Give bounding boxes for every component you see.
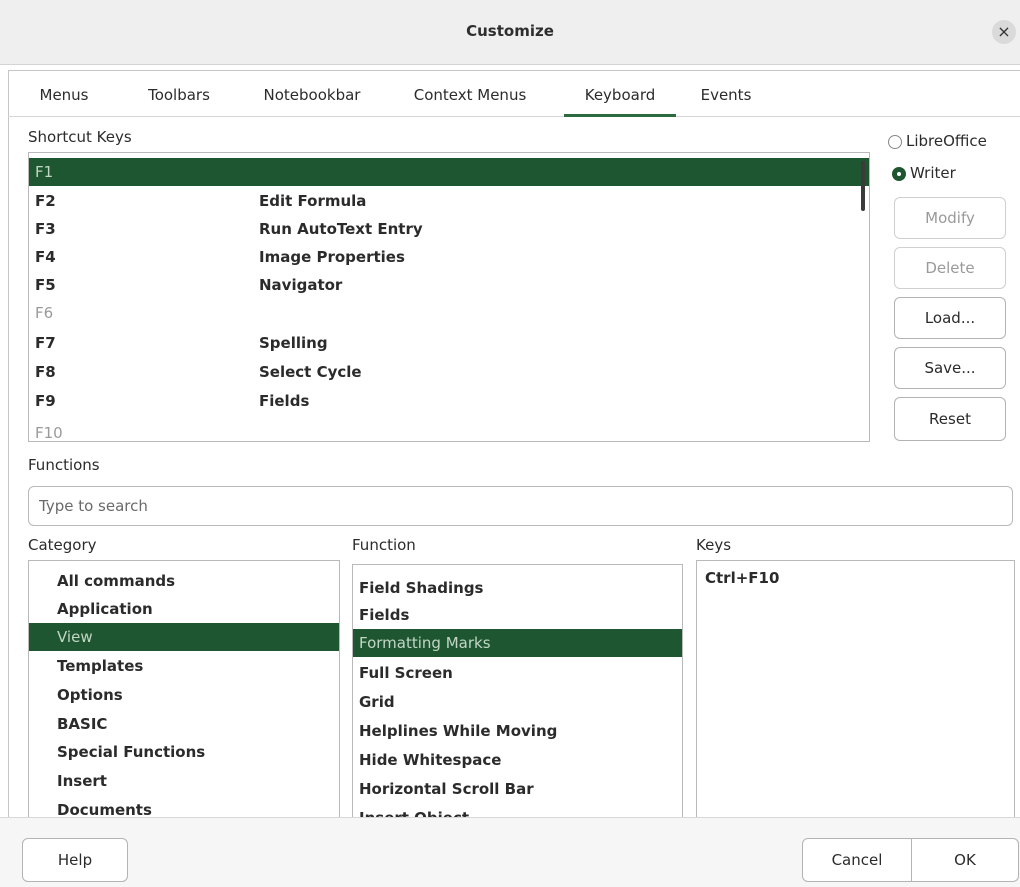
category-item[interactable]: Insert — [29, 767, 339, 795]
save-button[interactable]: Save... — [894, 347, 1006, 389]
delete-button[interactable]: Delete — [894, 247, 1006, 289]
category-item[interactable]: Documents — [29, 796, 339, 817]
keys-list[interactable]: Ctrl+F10 — [696, 560, 1015, 818]
ok-button[interactable]: OK — [911, 838, 1019, 882]
tab-keyboard[interactable]: Keyboard — [564, 80, 676, 117]
shortcut-row[interactable]: F2 Edit Formula — [29, 187, 869, 215]
category-list[interactable]: All commands Application View Templates … — [28, 560, 340, 818]
function-item[interactable]: Full Screen — [353, 659, 682, 687]
load-button[interactable]: Load... — [894, 297, 1006, 339]
tab-menus[interactable]: Menus — [26, 80, 102, 114]
help-button[interactable]: Help — [22, 838, 128, 882]
shortcut-row[interactable]: F9 Fields — [29, 387, 869, 415]
shortcut-row[interactable]: F4 Image Properties — [29, 243, 869, 271]
function-item[interactable]: Fields — [353, 601, 682, 629]
radio-writer-label: Writer — [910, 164, 956, 182]
radio-libreoffice-label: LibreOffice — [906, 132, 987, 150]
shortcut-row[interactable]: F6 — [29, 299, 869, 327]
reset-button[interactable]: Reset — [894, 397, 1006, 441]
category-item[interactable]: Templates — [29, 652, 339, 680]
modify-button[interactable]: Modify — [894, 197, 1006, 239]
key-item[interactable]: Ctrl+F10 — [697, 564, 1014, 592]
function-search-input[interactable] — [28, 486, 1013, 526]
shortcut-keys-list[interactable]: F1 F2 Edit Formula F3 Run AutoText Entry… — [28, 152, 870, 442]
category-item[interactable]: BASIC — [29, 710, 339, 738]
title-bar: Customize × — [0, 0, 1020, 65]
functions-label: Functions — [28, 456, 100, 474]
radio-writer[interactable]: Writer — [892, 164, 1018, 186]
dialog-title: Customize — [466, 22, 554, 40]
category-item[interactable]: Options — [29, 681, 339, 709]
function-item[interactable]: Grid — [353, 688, 682, 716]
cancel-button[interactable]: Cancel — [802, 838, 912, 882]
category-label: Category — [28, 536, 97, 554]
shortcut-row[interactable]: F5 Navigator — [29, 271, 869, 299]
tab-notebookbar[interactable]: Notebookbar — [252, 80, 372, 114]
shortcut-row[interactable]: F7 Spelling — [29, 329, 869, 357]
category-item[interactable]: Application — [29, 595, 339, 623]
function-label: Function — [352, 536, 416, 554]
function-item[interactable]: Helplines While Moving — [353, 717, 682, 745]
category-item[interactable]: Special Functions — [29, 738, 339, 766]
close-icon[interactable]: × — [992, 20, 1016, 44]
radio-selected-icon — [892, 167, 906, 181]
keys-label: Keys — [696, 536, 732, 554]
function-item[interactable]: Field Shadings — [353, 574, 682, 602]
function-item[interactable]: Formatting Marks — [353, 629, 682, 657]
category-item[interactable]: View — [29, 623, 339, 651]
shortcut-keys-label: Shortcut Keys — [28, 128, 132, 146]
function-item[interactable]: Horizontal Scroll Bar — [353, 775, 682, 803]
shortcut-row[interactable]: F1 — [29, 158, 869, 186]
shortcut-row[interactable]: F10 — [29, 419, 869, 441]
tab-toolbars[interactable]: Toolbars — [134, 80, 224, 114]
radio-libreoffice[interactable]: LibreOffice — [888, 132, 1018, 154]
tab-bar: Menus Toolbars Notebookbar Context Menus… — [8, 72, 1020, 117]
function-list[interactable]: Field Shadings Fields Formatting Marks F… — [352, 564, 683, 818]
function-item[interactable]: Hide Whitespace — [353, 746, 682, 774]
shortcut-row[interactable]: F8 Select Cycle — [29, 358, 869, 386]
shortcut-row[interactable]: F3 Run AutoText Entry — [29, 215, 869, 243]
category-item[interactable]: All commands — [29, 567, 339, 595]
tab-events[interactable]: Events — [698, 80, 754, 114]
shortcut-scrollbar[interactable] — [861, 161, 865, 211]
radio-circle-icon — [888, 135, 902, 149]
function-item[interactable]: Insert Object — [353, 804, 682, 817]
tab-context-menus[interactable]: Context Menus — [400, 80, 540, 114]
